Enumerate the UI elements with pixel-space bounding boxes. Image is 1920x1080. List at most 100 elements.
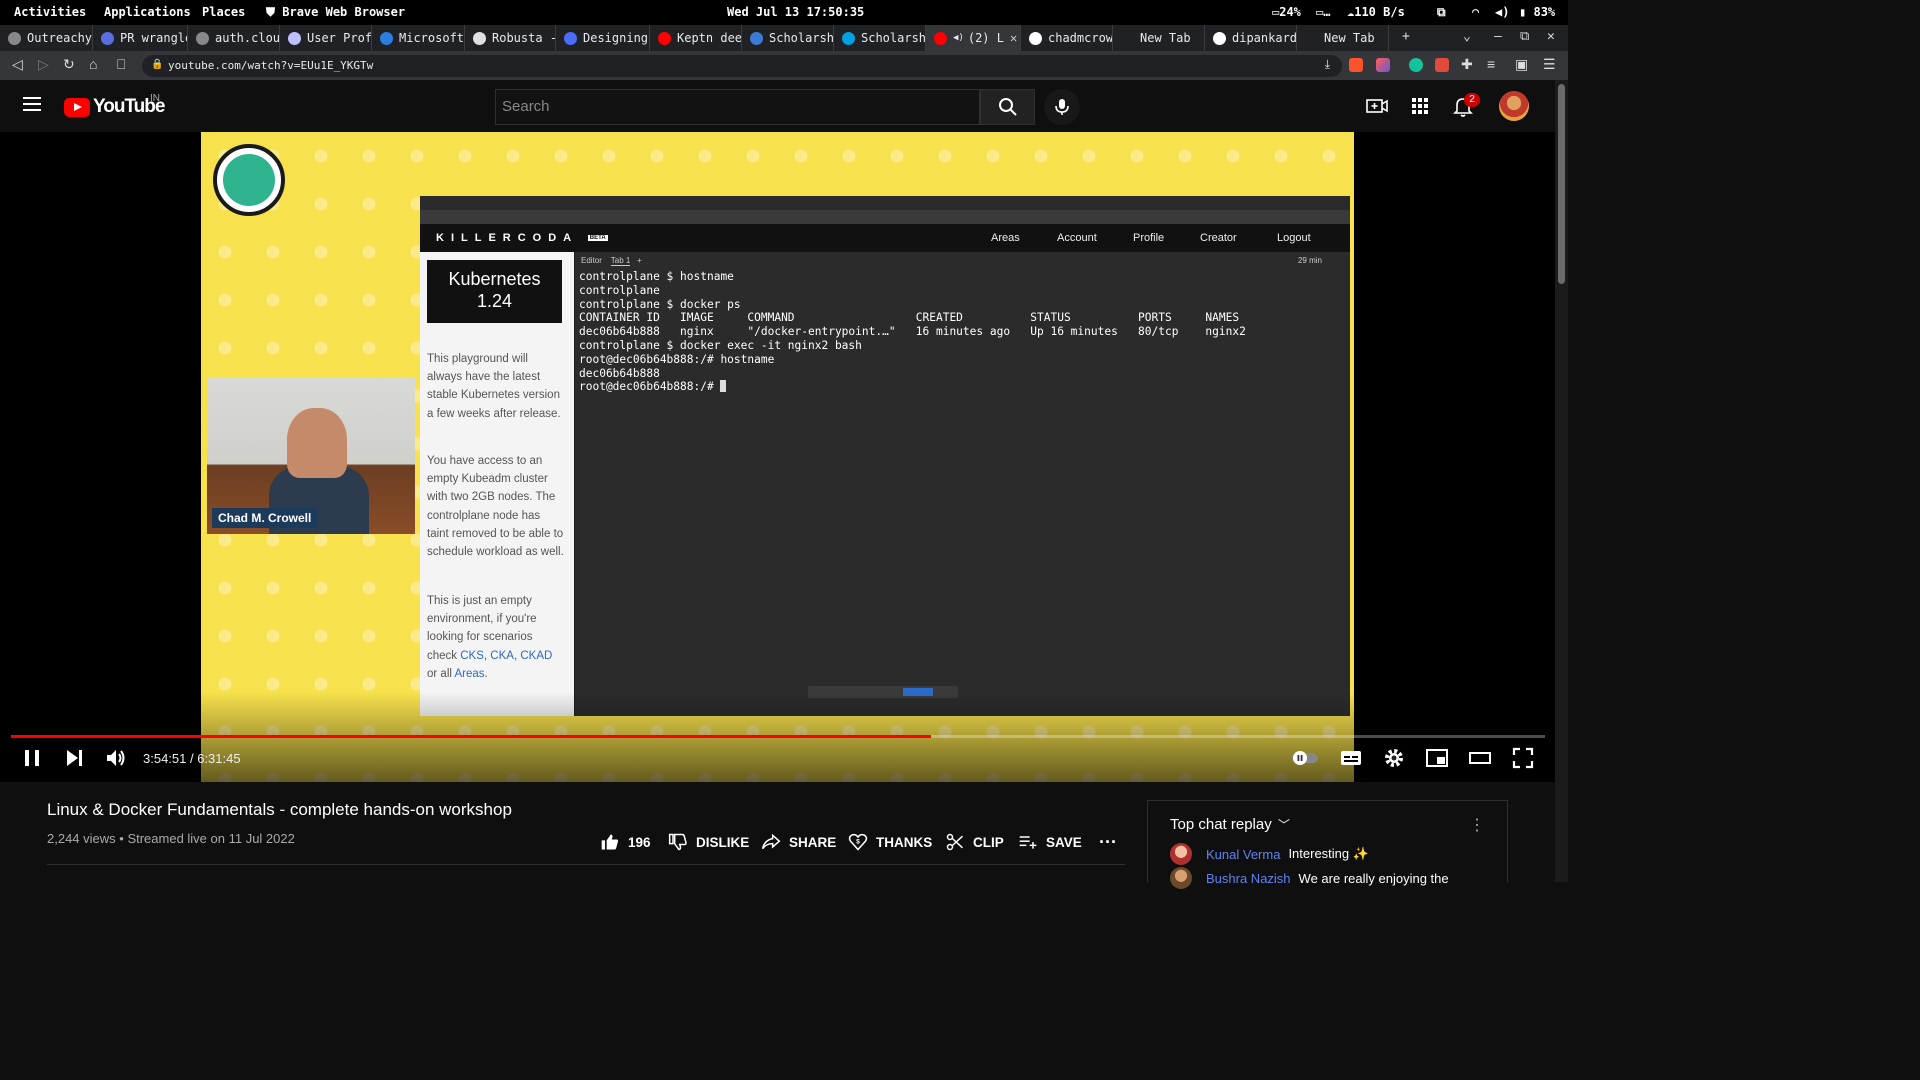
browser-tab[interactable]: dipankard [1205,25,1297,51]
browser-tab[interactable]: Scholarshi [834,25,926,51]
video-player[interactable]: Chad M. Crowell KILLERCODA BETA Areas Ac… [0,132,1555,782]
current-time: 3:54:51 [143,751,187,766]
extension-icon[interactable] [1435,58,1449,72]
volume-icon[interactable] [104,746,128,770]
page-scrollbar[interactable] [1555,80,1568,882]
browser-tab[interactable]: Designing [556,25,650,51]
autoplay-toggle[interactable] [1290,746,1320,770]
wifi-icon[interactable]: ◠ [1472,5,1479,19]
chat-avatar[interactable] [1170,843,1192,865]
tab-list-chevron-icon[interactable]: ⌄ [1463,29,1471,44]
places-menu[interactable]: Places [202,5,245,19]
new-tab-button[interactable]: + [1402,29,1410,44]
browser-tab[interactable]: auth.cloud [188,25,280,51]
active-app-indicator[interactable]: ⛊ Brave Web Browser [266,5,405,20]
tab-favicon-icon [842,31,855,45]
video-frame[interactable]: Chad M. Crowell KILLERCODA BETA Areas Ac… [201,132,1354,782]
voice-search-button[interactable] [1044,89,1080,125]
progress-bar[interactable] [11,735,1545,738]
wallet-icon[interactable]: ▣ [1515,56,1528,73]
next-icon[interactable] [62,746,86,770]
close-tab-icon[interactable]: ✕ [1010,31,1017,45]
scenario-sidebar: Kubernetes 1.24 This playground will alw… [420,252,574,716]
time-display: 3:54:51 / 6:31:45 [143,751,241,766]
share-button[interactable]: SHARE [761,832,836,852]
browser-tab[interactable]: chadmcrowe [1021,25,1113,51]
more-actions-button[interactable]: ··· [1099,832,1117,853]
tab-audio-icon[interactable]: ◀) [953,33,964,43]
guide-menu-icon[interactable] [23,97,41,111]
browser-tab[interactable]: Scholarshi [742,25,834,51]
address-bar[interactable]: 🔒 youtube.com/watch?v=EUu1E_YKGTw ⤓ [142,55,1342,77]
stream-date: Streamed live on 11 Jul 2022 [127,831,295,846]
active-app-name: Brave Web Browser [282,5,406,19]
notification-badge: 2 [1464,93,1480,107]
close-window-button[interactable]: ✕ [1547,29,1555,44]
browser-tab[interactable]: Keptn deep [650,25,742,51]
save-button[interactable]: SAVE [1018,832,1082,852]
fullscreen-icon[interactable] [1511,746,1535,770]
extensions-puzzle-icon[interactable]: ✚ [1461,56,1473,73]
chat-message: Kunal Verma Interesting ✨ [1170,843,1369,865]
cpu-indicator[interactable]: ▭24% [1272,5,1301,19]
subtitles-icon[interactable] [1339,746,1363,770]
tab-favicon-icon [1121,31,1134,45]
youtube-logo[interactable]: YouTube IN [64,93,165,118]
thanks-button[interactable]: $ THANKS [848,832,932,852]
reload-icon[interactable]: ↻ [63,56,75,73]
save-label: SAVE [1046,834,1082,850]
browser-tab[interactable]: Microsoft [372,25,465,51]
menu-icon[interactable]: ☰ [1543,56,1556,73]
search-input[interactable]: Search [495,89,980,125]
reading-list-icon[interactable]: ≡ [1487,56,1495,72]
chat-author[interactable]: Kunal Verma [1206,847,1280,862]
network-speed[interactable]: ☁110 B/s [1347,5,1405,19]
battery-indicator[interactable]: ▮ 83% [1519,5,1555,19]
window-switch-icon[interactable]: ⧉ [1437,5,1446,20]
brave-rewards-icon[interactable] [1376,58,1390,72]
display-icon[interactable]: ▭… [1316,5,1330,19]
browser-tab[interactable]: ◀) (2) L ✕ [926,25,1021,51]
create-video-icon[interactable] [1365,94,1389,118]
clip-button[interactable]: CLIP [945,832,1004,852]
applications-menu[interactable]: Applications [104,5,191,19]
like-button[interactable]: 196 [600,832,651,852]
terminal-tab-1: Tab 1 [610,256,631,266]
clock[interactable]: Wed Jul 13 17:50:35 [727,5,864,19]
theater-mode-icon[interactable] [1468,746,1492,770]
bookmark-icon[interactable]: ⎕ [117,56,125,73]
chat-mode-selector[interactable]: Top chat replay ﹀ [1170,816,1290,833]
forward-icon[interactable]: ▷ [38,56,49,73]
install-icon[interactable]: ⤓ [1325,57,1330,72]
browser-tab[interactable]: New Tab [1113,25,1205,51]
browser-tab[interactable]: New Tab [1297,25,1389,51]
activities-button[interactable]: Activities [14,5,86,19]
grammarly-icon[interactable] [1409,58,1423,72]
minimize-button[interactable]: – [1494,29,1502,44]
chat-avatar[interactable] [1170,867,1192,889]
scrollbar-thumb[interactable] [1558,84,1565,284]
miniplayer-icon[interactable] [1425,746,1449,770]
kubernetes-version-box: Kubernetes 1.24 [427,260,562,323]
thumbs-down-icon [668,833,687,851]
settings-gear-icon[interactable] [1382,746,1406,770]
chat-menu-icon[interactable]: ⋮ [1469,815,1485,835]
pause-icon[interactable] [20,746,44,770]
home-icon[interactable]: ⌂ [89,56,97,72]
back-icon[interactable]: ◁ [12,56,23,73]
chat-author[interactable]: Bushra Nazish [1206,871,1291,886]
browser-tab[interactable]: User Profi [280,25,372,51]
live-chat-replay: Top chat replay ﹀ ⋮ Kunal Verma Interest… [1147,800,1508,889]
browser-tab[interactable]: PR wrangle [93,25,188,51]
volume-icon[interactable]: ◀) [1495,5,1509,19]
maximize-button[interactable]: ⧉ [1520,29,1529,44]
search-button[interactable] [980,89,1035,125]
avatar[interactable] [1499,91,1529,121]
browser-tab[interactable]: Outreachy [0,25,93,51]
brave-shields-icon[interactable] [1349,58,1363,72]
chat-message: Bushra Nazish We are really enjoying the [1170,867,1449,889]
browser-tab[interactable]: Robusta - [465,25,556,51]
shield-icon: ⛊ [266,5,276,19]
apps-grid-icon[interactable] [1408,94,1432,118]
dislike-button[interactable]: DISLIKE [668,832,749,852]
